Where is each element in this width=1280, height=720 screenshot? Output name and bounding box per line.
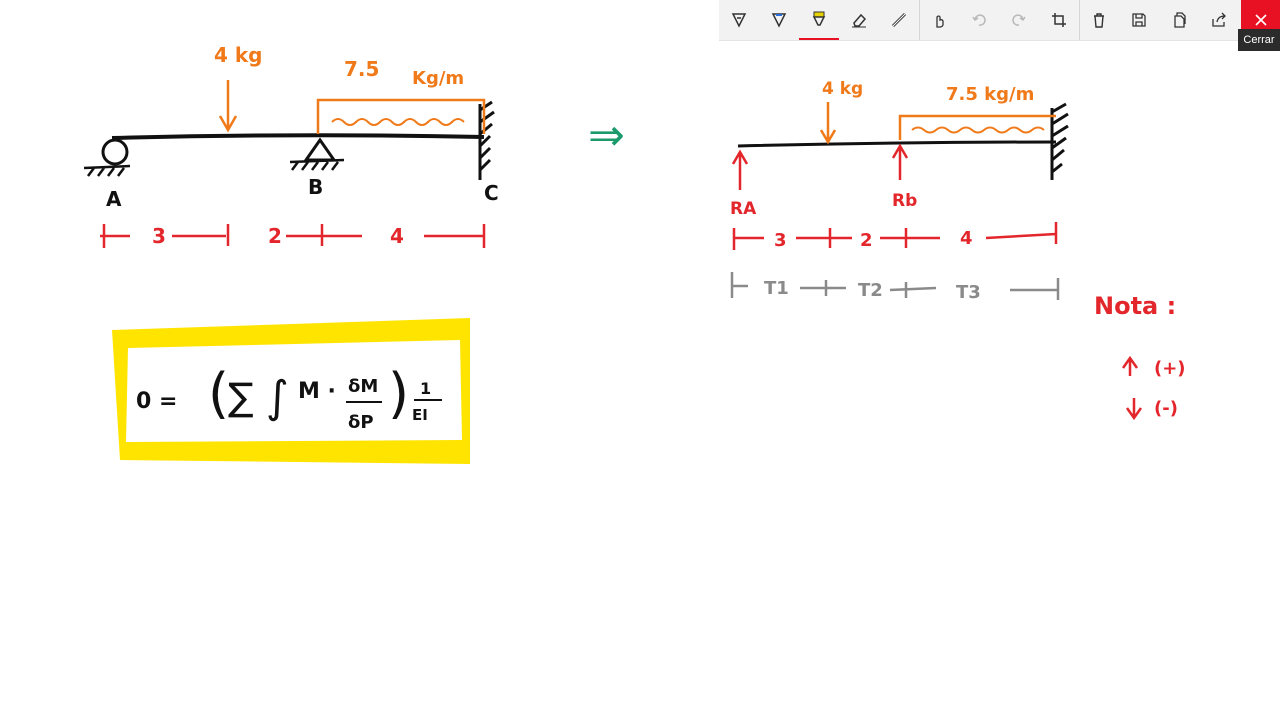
nota-up-arrow bbox=[1121, 355, 1139, 376]
save-icon bbox=[1132, 13, 1146, 27]
nota-title: Nota : bbox=[1094, 292, 1176, 320]
segment-t1: T1 bbox=[764, 278, 789, 299]
redo-icon bbox=[1012, 14, 1026, 26]
ink-toolbar bbox=[719, 0, 1280, 41]
right-point-load-label: 4 kg bbox=[822, 79, 863, 99]
right-beam bbox=[737, 140, 1057, 148]
ballpoint-pen-icon bbox=[731, 13, 747, 28]
pencil-icon bbox=[771, 13, 787, 28]
undo-icon bbox=[972, 14, 986, 26]
highlighter-icon bbox=[812, 11, 826, 26]
delete-button[interactable] bbox=[1079, 0, 1119, 40]
close-icon bbox=[1254, 14, 1267, 26]
left-span-2: 2 bbox=[268, 224, 282, 248]
ballpoint-pen-button[interactable] bbox=[719, 0, 759, 40]
support-c-label: C bbox=[484, 181, 499, 205]
highlighter-button[interactable] bbox=[799, 0, 839, 40]
redo-button[interactable] bbox=[999, 0, 1039, 40]
support-c-wall bbox=[478, 100, 495, 180]
right-beam-diagram: 4 kg 7.5 kg/m RA Rb 3 2 4 T1 T2 T3 bbox=[730, 79, 1069, 303]
touch-writing-button[interactable] bbox=[919, 0, 959, 40]
formula-denominator: δP bbox=[348, 412, 374, 433]
left-span-1: 3 bbox=[152, 224, 166, 248]
left-beam-diagram: A B C 4 kg 7.5 Kg/m 3 2 4 bbox=[83, 43, 499, 248]
pencil-button[interactable] bbox=[759, 0, 799, 40]
formula-box: 0 = ( ∑ ∫ M · δM δP ) 1 EI bbox=[112, 318, 470, 464]
share-icon bbox=[1212, 12, 1226, 27]
save-button[interactable] bbox=[1119, 0, 1159, 40]
right-dist-load-label: 7.5 kg/m bbox=[946, 84, 1034, 105]
eraser-button[interactable] bbox=[839, 0, 879, 40]
close-tooltip: Cerrar bbox=[1238, 29, 1280, 51]
left-point-load-arrow bbox=[218, 80, 238, 133]
formula-sum-symbol: ∑ bbox=[228, 375, 254, 419]
right-span-2: 2 bbox=[860, 230, 873, 251]
right-dist-load-wave bbox=[911, 126, 1045, 134]
reaction-a-label: RA bbox=[730, 199, 757, 219]
ruler-icon bbox=[891, 12, 907, 28]
whiteboard-canvas[interactable]: A B C 4 kg 7.5 Kg/m 3 2 4 ⇒ 0 = ( ∑ ∫ M … bbox=[0, 0, 1280, 720]
formula-lhs: 0 = bbox=[136, 389, 177, 414]
segment-t2: T2 bbox=[858, 280, 883, 301]
left-dist-load-box bbox=[316, 98, 486, 134]
undo-button[interactable] bbox=[959, 0, 999, 40]
formula-factor-numerator: 1 bbox=[420, 379, 431, 398]
segment-t3: T3 bbox=[956, 282, 981, 303]
right-dist-load-box bbox=[898, 114, 1056, 140]
crop-button[interactable] bbox=[1039, 0, 1079, 40]
reaction-a-arrow bbox=[731, 149, 749, 190]
delete-icon bbox=[1094, 13, 1104, 28]
reaction-b-arrow bbox=[891, 143, 909, 180]
right-point-load-arrow bbox=[819, 102, 837, 145]
left-span-3: 4 bbox=[390, 224, 404, 248]
copy-button[interactable] bbox=[1159, 0, 1199, 40]
support-b-label: B bbox=[308, 175, 323, 199]
implies-arrow: ⇒ bbox=[588, 110, 625, 161]
left-point-load-label: 4 kg bbox=[214, 43, 263, 67]
copy-icon bbox=[1174, 12, 1186, 28]
formula-numerator: δM bbox=[348, 376, 378, 397]
right-span-1: 3 bbox=[774, 230, 787, 251]
reaction-b-label: Rb bbox=[892, 191, 917, 211]
right-span-3: 4 bbox=[960, 228, 973, 249]
left-dist-load-unit: Kg/m bbox=[412, 68, 464, 89]
share-button[interactable] bbox=[1199, 0, 1239, 40]
formula-close-paren: ) bbox=[388, 362, 409, 425]
nota-up-sign: (+) bbox=[1154, 358, 1186, 379]
sign-convention-note: Nota : (+) (-) bbox=[1094, 292, 1186, 421]
support-a-ground bbox=[83, 164, 131, 177]
crop-icon bbox=[1052, 13, 1066, 27]
ruler-button[interactable] bbox=[879, 0, 919, 40]
support-a-label: A bbox=[106, 187, 122, 211]
nota-down-arrow bbox=[1125, 398, 1143, 421]
left-dist-load-wave bbox=[331, 118, 465, 126]
left-beam bbox=[111, 133, 485, 140]
nota-down-sign: (-) bbox=[1154, 398, 1178, 419]
eraser-icon bbox=[852, 13, 867, 28]
touch-writing-icon bbox=[936, 15, 944, 28]
formula-moment: M · bbox=[298, 379, 336, 404]
formula-integral-symbol: ∫ bbox=[266, 372, 289, 423]
support-b-ground bbox=[289, 158, 345, 171]
formula-open-paren: ( bbox=[208, 362, 229, 425]
support-a-roller bbox=[101, 138, 129, 166]
support-b-pin bbox=[303, 137, 337, 162]
left-dist-load-value: 7.5 bbox=[344, 57, 379, 81]
formula-factor-denominator: EI bbox=[412, 406, 428, 424]
